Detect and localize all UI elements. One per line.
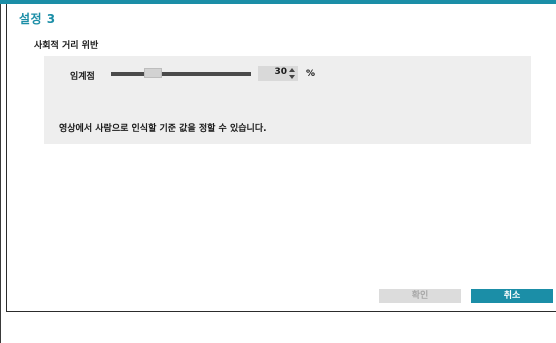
dialog-left-border — [6, 4, 7, 311]
chevron-up-icon[interactable] — [288, 67, 296, 73]
threshold-spinbox[interactable]: 30 — [258, 66, 298, 81]
threshold-panel: 임계점 30 % 영상에서 사람으로 인식할 기준 값을 정할 수 있습니다. — [44, 56, 531, 144]
settings-dialog: 설정 3 사회적 거리 위반 임계점 30 % 영상에서 사람으로 인식할 기준… — [0, 0, 556, 343]
dialog-bottom-border — [6, 311, 556, 312]
ok-button[interactable]: 확인 — [379, 289, 461, 303]
threshold-slider-handle[interactable] — [144, 68, 162, 78]
cancel-button[interactable]: 취소 — [471, 289, 553, 303]
threshold-description: 영상에서 사람으로 인식할 기준 값을 정할 수 있습니다. — [59, 124, 267, 134]
dialog-top-accent — [0, 0, 556, 4]
threshold-label: 임계점 — [70, 72, 95, 82]
threshold-value[interactable]: 30 — [274, 67, 287, 77]
threshold-unit: % — [306, 69, 316, 79]
threshold-slider[interactable] — [111, 72, 251, 76]
window-edge — [0, 0, 1, 343]
section-heading: 사회적 거리 위반 — [34, 41, 99, 51]
chevron-down-icon[interactable] — [288, 74, 296, 80]
dialog-title: 설정 3 — [19, 12, 56, 26]
